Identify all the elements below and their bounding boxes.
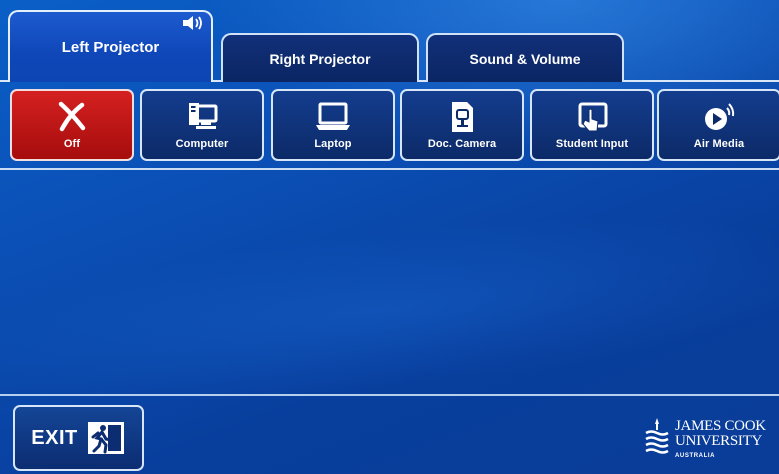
doc-camera-button[interactable]: Doc. Camera [400,89,524,161]
computer-button[interactable]: Computer [140,89,264,161]
source-label: Computer [175,138,229,150]
tab-bar: Left Projector Right Projector Sound & V… [0,0,779,82]
tab-left-projector[interactable]: Left Projector [8,10,213,82]
tab-right-projector[interactable]: Right Projector [221,33,419,82]
university-crest-icon [645,418,669,454]
university-logo: JAMES COOK UNIVERSITY AUSTRALIA [643,412,773,468]
tablet-touch-icon [578,102,608,132]
source-label: Student Input [555,138,629,150]
student-input-button[interactable]: Student Input [530,89,654,161]
document-camera-icon [452,102,473,132]
source-label: Air Media [693,138,745,150]
laptop-icon [316,102,350,130]
tab-label: Sound & Volume [469,50,581,67]
off-button[interactable]: Off [10,89,134,161]
logo-text: AUSTRALIA [675,453,716,459]
control-panel-screen: Left Projector Right Projector Sound & V… [0,0,779,474]
source-label: Laptop [314,138,352,150]
divider [0,168,779,170]
source-label: Off [63,138,81,150]
source-label: Doc. Camera [427,138,497,150]
tab-sound-volume[interactable]: Sound & Volume [426,33,624,82]
tab-label: Right Projector [269,50,371,67]
computer-icon [189,103,218,129]
source-button-row: Off Computer Laptop Doc. Camera Student … [0,86,779,166]
air-media-button[interactable]: Air Media [657,89,779,161]
air-media-icon [705,103,735,130]
laptop-button[interactable]: Laptop [271,89,395,161]
power-off-x-icon [58,101,86,132]
exit-label: EXIT [31,426,78,449]
exit-button[interactable]: EXIT [13,405,144,471]
divider [0,394,779,396]
logo-text: UNIVERSITY [675,433,762,449]
tab-label: Left Projector [61,38,160,56]
speaker-icon [183,16,202,30]
emergency-exit-icon [87,422,124,454]
